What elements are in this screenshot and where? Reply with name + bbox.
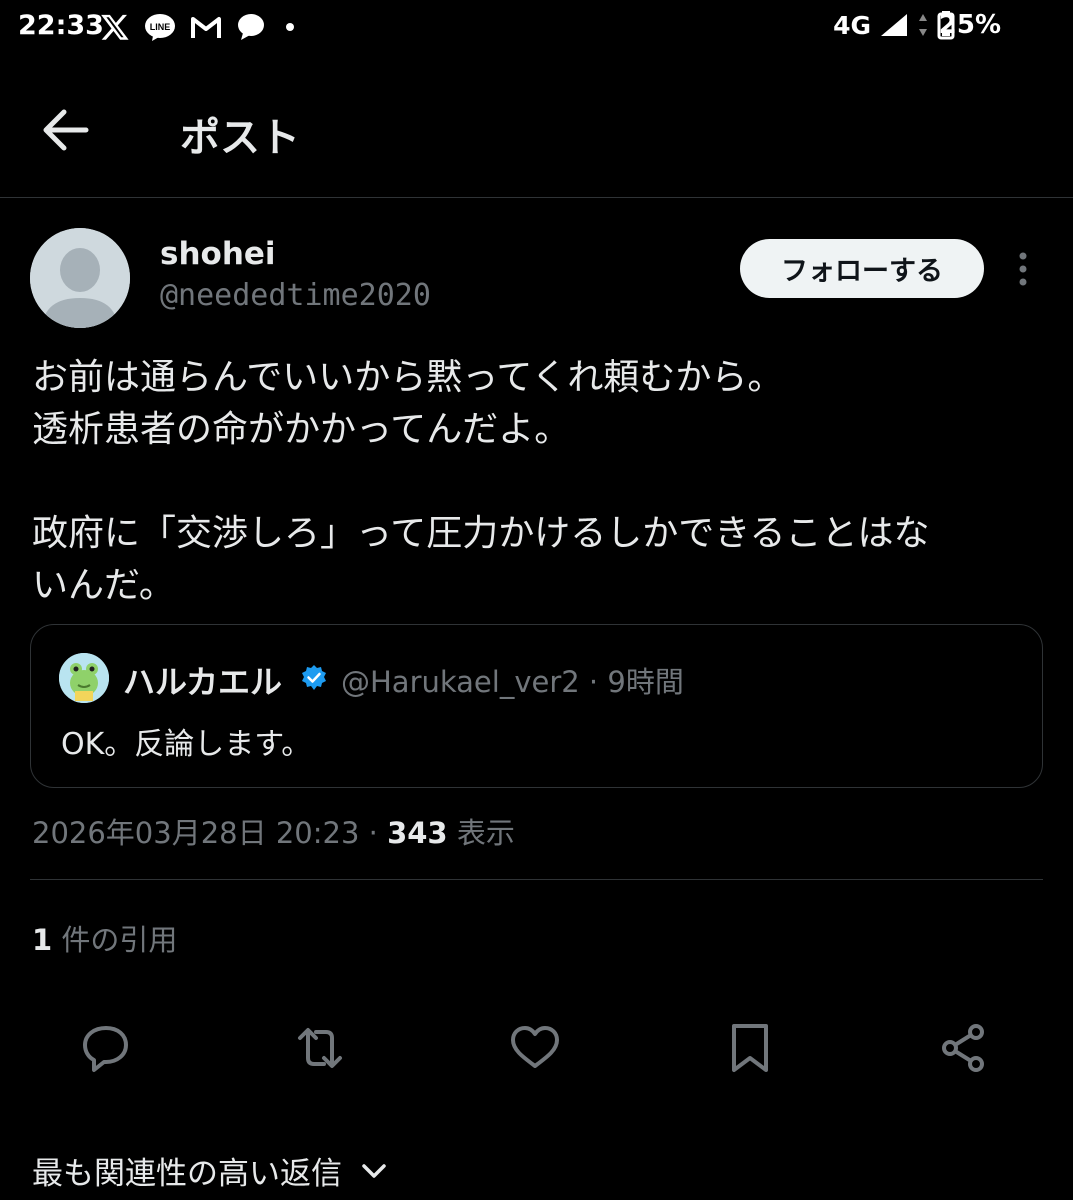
page-header: ポスト bbox=[0, 60, 1073, 198]
back-button[interactable] bbox=[40, 104, 100, 156]
quoted-avatar bbox=[59, 653, 109, 703]
quoted-post[interactable]: ハルカエル @Harukael_ver2 · 9時間 OK。反論します。 bbox=[30, 624, 1043, 788]
replies-sort-label: 最も関連性の高い返信 bbox=[32, 1156, 342, 1192]
svg-text:LINE: LINE bbox=[150, 22, 171, 32]
battery-percent: 25% bbox=[938, 10, 1001, 40]
quoted-author-name: ハルカエル bbox=[123, 663, 283, 701]
gmail-icon bbox=[191, 17, 221, 38]
arrow-left-icon bbox=[43, 109, 89, 151]
post-meta: 2026年03月28日 20:23 · 343 表示 bbox=[32, 810, 515, 852]
network-label: 4G bbox=[833, 10, 871, 40]
chevron-down-icon bbox=[362, 1163, 386, 1178]
reply-button[interactable] bbox=[78, 1020, 134, 1076]
quotes-link[interactable]: 1 件の引用 bbox=[32, 917, 177, 959]
post-datetime: 2026年03月28日 20:23 · bbox=[32, 816, 388, 850]
repost-icon bbox=[298, 1028, 342, 1068]
share-icon bbox=[942, 1024, 984, 1072]
repost-button[interactable] bbox=[292, 1020, 348, 1076]
line-icon: LINE bbox=[145, 14, 175, 41]
more-options-button[interactable] bbox=[1008, 250, 1038, 290]
signal-icon bbox=[881, 14, 907, 36]
quotes-count: 1 bbox=[32, 923, 53, 957]
bookmark-icon bbox=[732, 1024, 768, 1072]
share-button[interactable] bbox=[936, 1020, 992, 1076]
more-vertical-icon bbox=[1019, 252, 1027, 286]
status-bar: 22:33 LINE 4G 25% bbox=[0, 0, 1073, 60]
chat-icon bbox=[238, 14, 264, 40]
quotes-label: 件の引用 bbox=[52, 923, 178, 957]
views-count: 343 bbox=[387, 816, 448, 850]
default-avatar-icon bbox=[30, 228, 130, 328]
author-name[interactable]: shohei bbox=[160, 236, 276, 272]
verified-badge-icon bbox=[299, 663, 329, 693]
follow-button[interactable]: フォローする bbox=[740, 239, 984, 298]
page-title: ポスト bbox=[180, 115, 300, 161]
quoted-text: OK。反論します。 bbox=[61, 727, 312, 762]
action-bar bbox=[0, 1020, 1073, 1080]
x-icon bbox=[101, 14, 129, 40]
status-time: 22:33 bbox=[18, 10, 104, 41]
quoted-handle-time: @Harukael_ver2 · 9時間 bbox=[341, 665, 684, 699]
replies-sort-dropdown[interactable]: 最も関連性の高い返信 bbox=[32, 1148, 388, 1193]
data-arrows-icon bbox=[919, 14, 927, 36]
avatar[interactable] bbox=[30, 228, 130, 328]
like-icon bbox=[511, 1026, 559, 1068]
dot-icon bbox=[286, 23, 294, 31]
like-button[interactable] bbox=[507, 1020, 563, 1076]
notification-icons: LINE bbox=[100, 12, 300, 42]
views-label: 表示 bbox=[447, 816, 515, 850]
post-text: お前は通らんでいいから黙ってくれ頼むから。 透析患者の命がかかってんだよ。 政府… bbox=[32, 357, 930, 606]
bookmark-button[interactable] bbox=[722, 1020, 778, 1076]
reply-icon bbox=[83, 1026, 128, 1072]
frog-avatar-icon bbox=[59, 653, 109, 703]
author-handle[interactable]: @neededtime2020 bbox=[160, 278, 431, 313]
divider bbox=[30, 879, 1043, 880]
